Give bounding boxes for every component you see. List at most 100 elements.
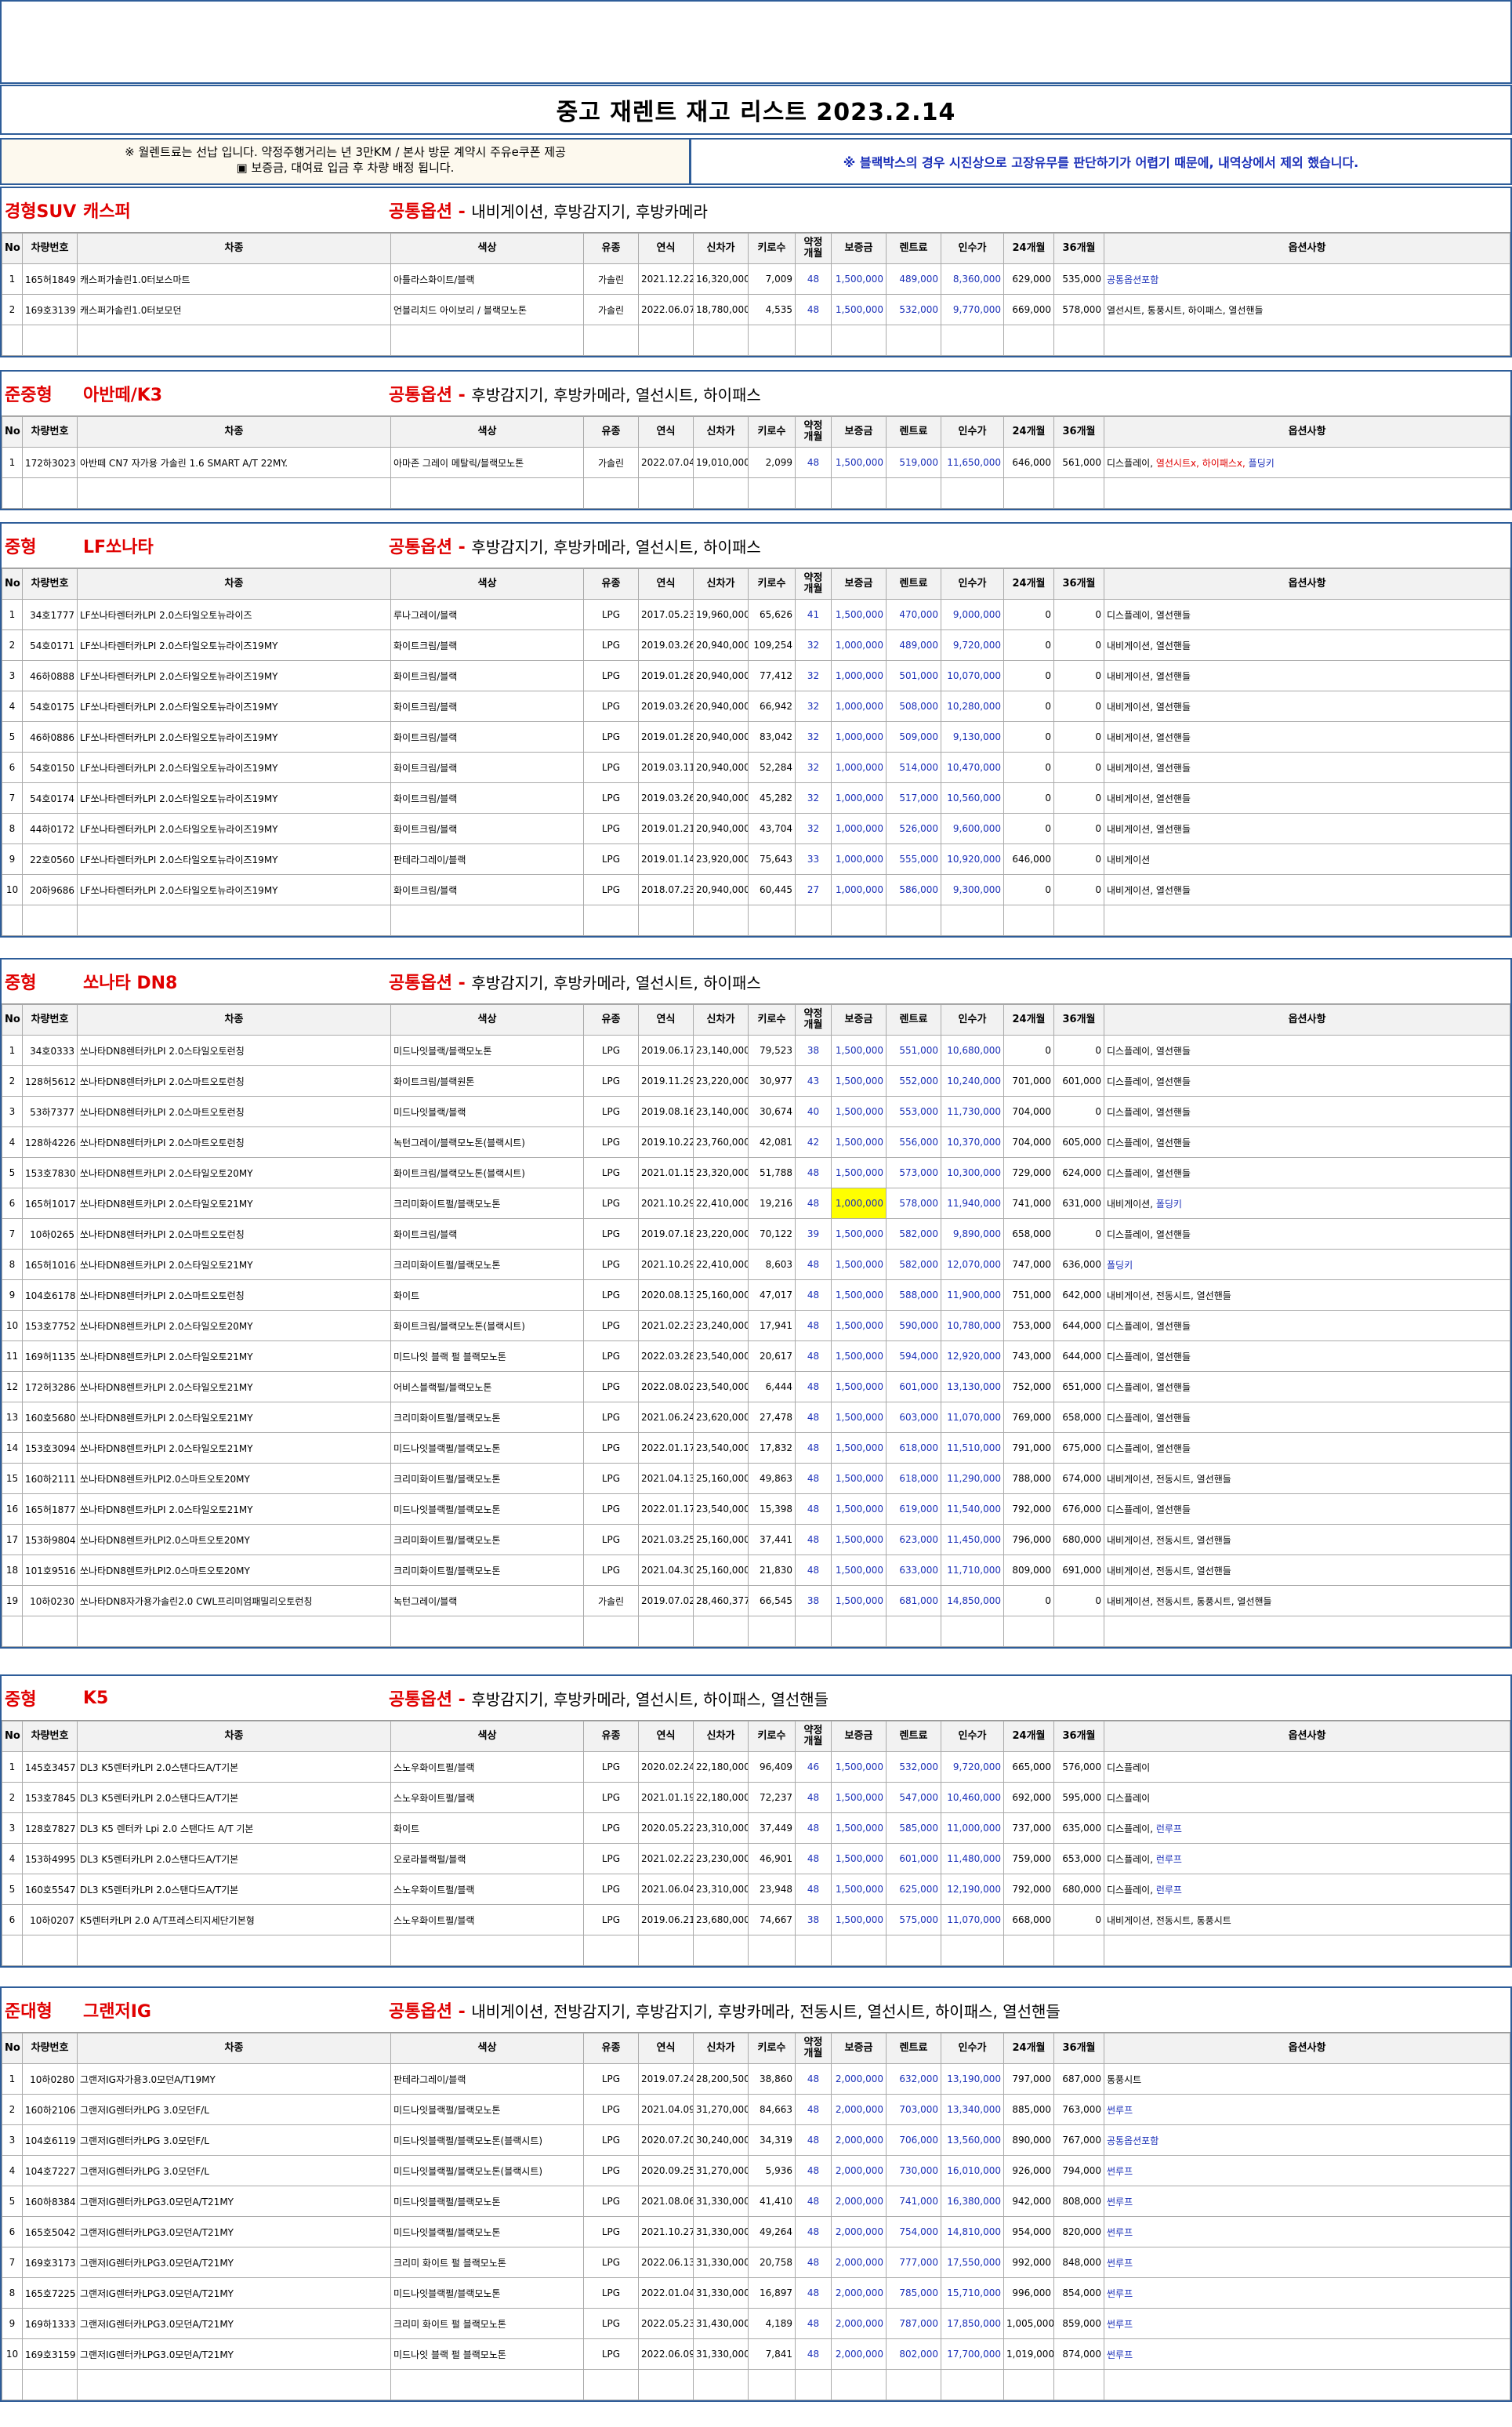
table-row: 18 101호9516 쏘나타DN8렌트카LPI2.0스마트오토20MY 크리미화이트… [2,1555,1510,1586]
column-header: 키로수 [748,1004,796,1036]
table-row: 8 165허1016 쏘나타DN8렌트카LPI 2.0스타일오토21MY 크리미화이트… [2,1249,1510,1280]
table-cell: 쏘나타DN8렌트카LPI 2.0스타일오토21MY [77,1188,391,1219]
table-row: 5 160호5547 DL3 K5렌터카LPI 2.0스탠다드A/T기본 스노우화이트… [2,1874,1510,1905]
section-header: 중형 쏘나타 DN8 공통옵션 - 후방감지기, 후방카메라, 열선시트, 하이패스 [2,960,1510,1004]
table-cell: 658,000 [1003,1218,1054,1250]
table-cell: 582,000 [886,1218,941,1250]
table-cell: LF쏘나타렌터카LPI 2.0스타일오토뉴라이즈19MY [77,721,391,753]
table-cell: 크리미화이트펄/블랙모노톤 [390,1402,584,1433]
table-cell: 49,863 [748,1463,796,1494]
table-cell: 153하4995 [22,1843,78,1874]
table-cell: 0 [1053,660,1104,691]
table-cell: 1,500,000 [831,1463,887,1494]
table-cell: 28,200,500 [693,2063,749,2095]
table-cell: 48 [795,2063,832,2095]
table-cell: 582,000 [886,1249,941,1280]
table-row: 19 10하0230 쏘나타DN8자가용가솔린2.0 CWL프리미엄패밀리오토런칭 녹… [2,1585,1510,1616]
table-cell: 0 [1003,691,1054,722]
table-cell: 624,000 [1053,1157,1104,1188]
table-cell: 796,000 [1003,1524,1054,1555]
table-cell: 160하2111 [22,1463,78,1494]
table-cell: LPG [583,1751,639,1783]
table-cell: 16,897 [748,2277,796,2309]
table-cell: 32 [795,721,832,753]
table-row: 8 44하0172 LF쏘나타렌터카LPI 2.0스타일오토뉴라이즈19MY 화이트크… [2,813,1510,844]
table-row: 1 34호0333 쏘나타DN8렌터카LPI 2.0스타일오토런칭 미드나잇블랙/블랙… [2,1035,1510,1066]
table-cell: 601,000 [886,1843,941,1874]
table-cell: 578,000 [886,1188,941,1219]
table-cell: 4 [2,1843,23,1874]
table-cell: LF쏘나타렌터카LPI 2.0스타일오토뉴라이즈19MY [77,813,391,844]
table-cell: LF쏘나타렌터카LPI 2.0스타일오토뉴라이즈19MY [77,782,391,814]
table-cell: 747,000 [1003,1249,1054,1280]
column-header: 약정 개월 [795,1004,832,1036]
table-cell: 미드나잇 블랙 펄 블랙모노톤 [390,1340,584,1372]
table-cell: 쏘나타DN8렌터카LPI 2.0스마트오토런칭 [77,1218,391,1250]
section-common-options: 공통옵션 - 후방감지기, 후방카메라, 열선시트, 하이패스 [389,974,761,993]
table-cell: 16,010,000 [941,2155,1004,2186]
column-header: 24개월 [1003,1004,1054,1036]
table-cell: 1,500,000 [831,1126,887,1158]
table-row: 6 54호0150 LF쏘나타렌터카LPI 2.0스타일오토뉴라이즈19MY 화이트크… [2,752,1510,783]
table-row: 10 153호7752 쏘나타DN8렌트카LPI 2.0스타일오토20MY 화이트크림… [2,1310,1510,1341]
table-cell: LPG [583,599,639,630]
table-cell: LF쏘나타렌터카LPI 2.0스타일오토뉴라이즈19MY [77,843,391,875]
table-cell: 172하3023 [22,447,78,478]
table-cell: 0 [1053,782,1104,814]
table-cell: 83,042 [748,721,796,753]
table-cell: 754,000 [886,2216,941,2247]
table-cell: 9,770,000 [941,294,1004,325]
table-cell: 145호3457 [22,1751,78,1783]
table-cell: 632,000 [886,2063,941,2095]
table-cell: 12 [2,1371,23,1402]
table-cell: 34,319 [748,2124,796,2156]
table-cell: 그랜저IG렌터카LPG 3.0모던F/L [77,2155,391,2186]
inventory-table: No 차량번호 차종 색상 유종 연식 신차가 키로수 약정 개월 보증금 렌트료 인수가 24개월 36… [2,416,1510,509]
table-cell: 쏘나타DN8렌트카LPI 2.0스타일오토21MY [77,1340,391,1372]
table-cell: 631,000 [1053,1188,1104,1219]
table-cell: 20,940,000 [693,721,749,753]
table-cell: 17,832 [748,1432,796,1464]
table-cell: LPG [583,2063,639,2095]
notice-bar: ※ 월렌트료는 선납 입니다. 약정주행거리는 년 3만KM / 본사 방문 계… [0,138,1512,185]
table-cell: 11,710,000 [941,1555,1004,1586]
section-header: 준중형 아반떼/K3 공통옵션 - 후방감지기, 후방카메라, 열선시트, 하이패스 [2,372,1510,416]
table-cell: 532,000 [886,294,941,325]
column-header: No [2,416,23,448]
column-header: 24개월 [1003,2033,1054,2064]
table-cell: 104호6178 [22,1279,78,1311]
section-model: 아반떼/K3 [83,386,163,405]
table-cell: 128호7827 [22,1812,78,1844]
table-cell: 그랜저IG렌터카LPG 3.0모던F/L [77,2124,391,2156]
table-cell: 5 [2,2186,23,2217]
table-cell: 17,550,000 [941,2247,1004,2278]
table-cell: 2 [2,1065,23,1097]
table-cell: LF쏘나타렌터카LPI 2.0스타일오토뉴라이즈19MY [77,874,391,905]
table-cell: 1,000,000 [831,660,887,691]
table-cell: LPG [583,1812,639,1844]
table-cell: 1 [2,599,23,630]
table-cell: 79,523 [748,1035,796,1066]
column-header: 인수가 [941,233,1004,264]
table-cell: 31,330,000 [693,2277,749,2309]
column-header: 옵션사항 [1104,568,1510,600]
table-cell: 8 [2,2277,23,2309]
table-cell: 509,000 [886,721,941,753]
table-row: 5 160하8384 그랜저IG렌터카LPG3.0모던A/T21MY 미드나잇블랙펄/… [2,2186,1510,2217]
section-5: 준대형 그랜저IG 공통옵션 - 내비게이션, 전방감지기, 후방감지기, 후방카메… [0,1986,1512,2402]
table-cell: 751,000 [1003,1279,1054,1311]
table-cell: 2,000,000 [831,2216,887,2247]
table-cell: 디스플레이, 런루프 [1104,1843,1510,1874]
table-cell: 4 [2,1126,23,1158]
table-cell: 크리미화이트펄/블랙모노톤 [390,1463,584,1494]
table-cell: 화이트 [390,1279,584,1311]
table-cell: 2,000,000 [831,2063,887,2095]
table-cell: 74,667 [748,1904,796,1935]
column-header: 옵션사항 [1104,1721,1510,1752]
table-cell: 23,948 [748,1874,796,1905]
empty-row [2,477,1510,509]
top-blank-area [0,0,1512,84]
table-cell: 11,290,000 [941,1463,1004,1494]
table-cell: 디스플레이, 열선핸들 [1104,1096,1510,1127]
table-cell: 23,540,000 [693,1493,749,1525]
